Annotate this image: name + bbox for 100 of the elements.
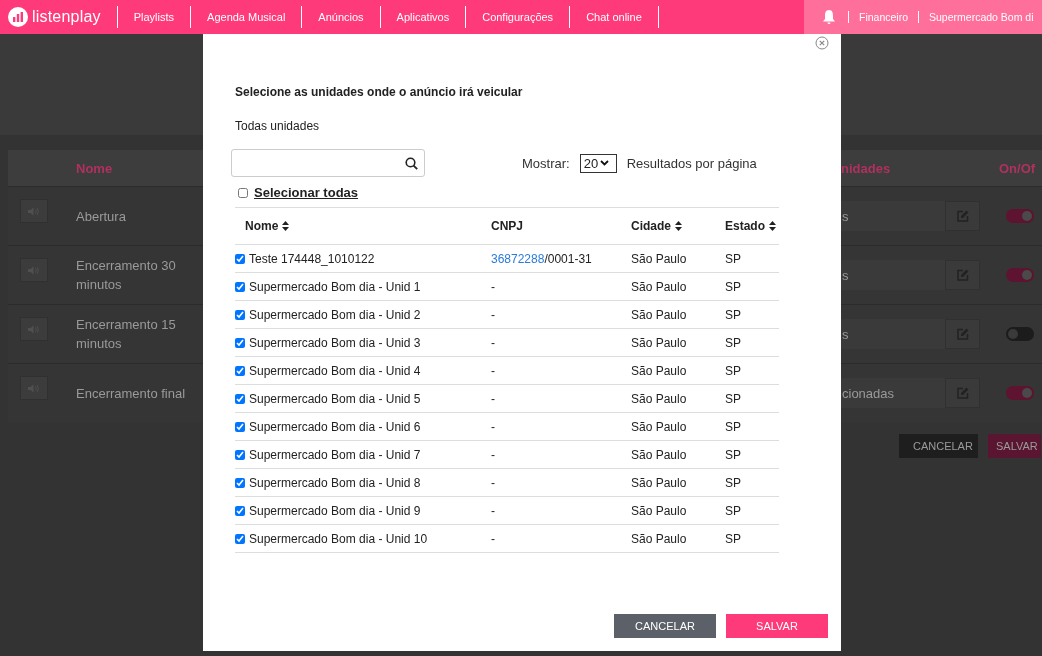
row-checkbox[interactable] — [235, 253, 245, 264]
unit-name: Supermercado Bom dia - Unid 10 — [249, 531, 428, 546]
row-checkbox[interactable] — [235, 337, 245, 348]
unit-name: Supermercado Bom dia - Unid 5 — [249, 391, 421, 406]
cnpj-text: 36872288/0001-31 — [491, 251, 592, 266]
unit-name: Teste 174448_1010122 — [249, 251, 375, 266]
toggle-switch[interactable] — [1006, 327, 1034, 341]
unit-name: Supermercado Bom dia - Unid 7 — [249, 447, 421, 462]
unit-name: Supermercado Bom dia - Unid 2 — [249, 307, 421, 322]
units-field[interactable]: cionadas — [841, 378, 945, 408]
message-name: Abertura — [75, 207, 126, 226]
search-field[interactable] — [231, 149, 425, 177]
column-header[interactable]: Cidade — [631, 219, 671, 233]
sort-icon[interactable] — [769, 221, 776, 231]
nav-link[interactable]: Aplicativos — [380, 11, 466, 23]
city-text: São Paulo — [631, 531, 687, 546]
logo-icon — [8, 7, 28, 27]
cnpj-text: - — [491, 447, 495, 462]
sort-icon[interactable] — [282, 221, 290, 231]
cnpj-text: - — [491, 503, 495, 518]
cnpj-text: - — [491, 279, 495, 294]
unit-name: Supermercado Bom dia - Unid 3 — [249, 335, 421, 350]
column-header[interactable]: Estado — [725, 219, 765, 233]
column-header[interactable]: Nome — [245, 219, 279, 233]
row-checkbox[interactable] — [235, 281, 245, 292]
logo-text: listenplay — [32, 8, 101, 26]
save-button[interactable]: SALVAR — [988, 434, 1041, 458]
column-header: On/Of — [999, 160, 1036, 176]
page-size-select[interactable]: 20 — [579, 153, 617, 173]
row-checkbox[interactable] — [235, 421, 245, 432]
unit-name: Supermercado Bom dia - Unid 8 — [249, 475, 421, 490]
unit-name: Supermercado Bom dia - Unid 4 — [249, 363, 421, 378]
state-text: SP — [725, 419, 741, 434]
units-field[interactable]: s — [841, 201, 945, 231]
city-text: São Paulo — [631, 335, 687, 350]
nav-link[interactable]: Supermercado Bom di — [923, 11, 1040, 23]
cnpj-text: - — [491, 335, 495, 350]
message-name: Encerramento final — [75, 384, 186, 403]
dialog-title: Selecione as unidades onde o anúncio irá veicular — [235, 85, 524, 99]
nav-link[interactable]: Financeiro — [853, 11, 915, 23]
unit-name: Supermercado Bom dia - Unid 6 — [249, 419, 421, 434]
message-name: Encerramento 30 minutos — [75, 257, 177, 294]
row-checkbox[interactable] — [235, 393, 245, 404]
cnpj-text: - — [491, 363, 495, 378]
state-text: SP — [725, 363, 741, 378]
toggle-switch[interactable] — [1006, 386, 1034, 400]
bell-icon[interactable] — [822, 9, 836, 25]
state-text: SP — [725, 475, 741, 490]
city-text: São Paulo — [631, 503, 687, 518]
state-text: SP — [725, 335, 741, 350]
row-checkbox[interactable] — [235, 477, 245, 488]
state-text: SP — [725, 251, 741, 266]
row-checkbox[interactable] — [235, 449, 245, 460]
row-checkbox[interactable] — [235, 533, 245, 544]
unit-name: Supermercado Bom dia - Unid 9 — [249, 503, 421, 518]
nav-link[interactable]: Agenda Musical — [191, 11, 302, 23]
state-text: SP — [725, 531, 741, 546]
edit-icon — [956, 269, 969, 281]
units-field[interactable]: s — [841, 260, 945, 290]
edit-icon — [956, 387, 969, 399]
nav-link[interactable]: Chat online — [570, 11, 658, 23]
search-icon[interactable] — [405, 156, 418, 170]
state-text: SP — [725, 307, 741, 322]
cnpj-text: - — [491, 419, 495, 434]
nav-link[interactable]: Anúncios — [302, 11, 380, 23]
cnpj-link[interactable]: 36872288 — [491, 251, 545, 266]
toggle-switch[interactable] — [1006, 268, 1034, 282]
city-text: São Paulo — [631, 475, 687, 490]
edit-icon — [956, 328, 969, 340]
state-text: SP — [725, 279, 741, 294]
chevron-icon — [600, 160, 610, 166]
unit-name: Supermercado Bom dia - Unid 1 — [249, 279, 421, 294]
cancel-button[interactable]: CANCELAR — [899, 434, 978, 458]
nav-link[interactable]: Configurações — [466, 11, 570, 23]
state-text: SP — [725, 447, 741, 462]
show-label: Mostrar: — [522, 155, 570, 171]
row-checkbox[interactable] — [235, 505, 245, 516]
cnpj-text: - — [491, 391, 495, 406]
close-icon[interactable] — [815, 36, 829, 50]
city-text: São Paulo — [631, 363, 687, 378]
row-checkbox[interactable] — [235, 309, 245, 320]
select-all-checkbox[interactable] — [238, 187, 248, 198]
city-text: São Paulo — [631, 447, 687, 462]
city-text: São Paulo — [631, 419, 687, 434]
toggle-switch[interactable] — [1006, 209, 1034, 223]
nav-link[interactable]: Playlists — [117, 11, 191, 23]
column-header: nidades — [841, 160, 891, 176]
row-checkbox[interactable] — [235, 365, 245, 376]
units-field[interactable]: s — [841, 319, 945, 349]
select-all-link[interactable]: Selecionar todas — [254, 185, 359, 200]
sort-icon[interactable] — [675, 221, 682, 231]
city-text: São Paulo — [631, 307, 687, 322]
cancel-button[interactable]: CANCELAR — [614, 614, 716, 638]
cnpj-text: - — [491, 307, 495, 322]
cnpj-text: - — [491, 475, 495, 490]
save-button[interactable]: SALVAR — [726, 614, 828, 638]
city-text: São Paulo — [631, 251, 687, 266]
city-text: São Paulo — [631, 279, 687, 294]
subtitle: Todas unidades — [235, 119, 321, 133]
state-text: SP — [725, 391, 741, 406]
